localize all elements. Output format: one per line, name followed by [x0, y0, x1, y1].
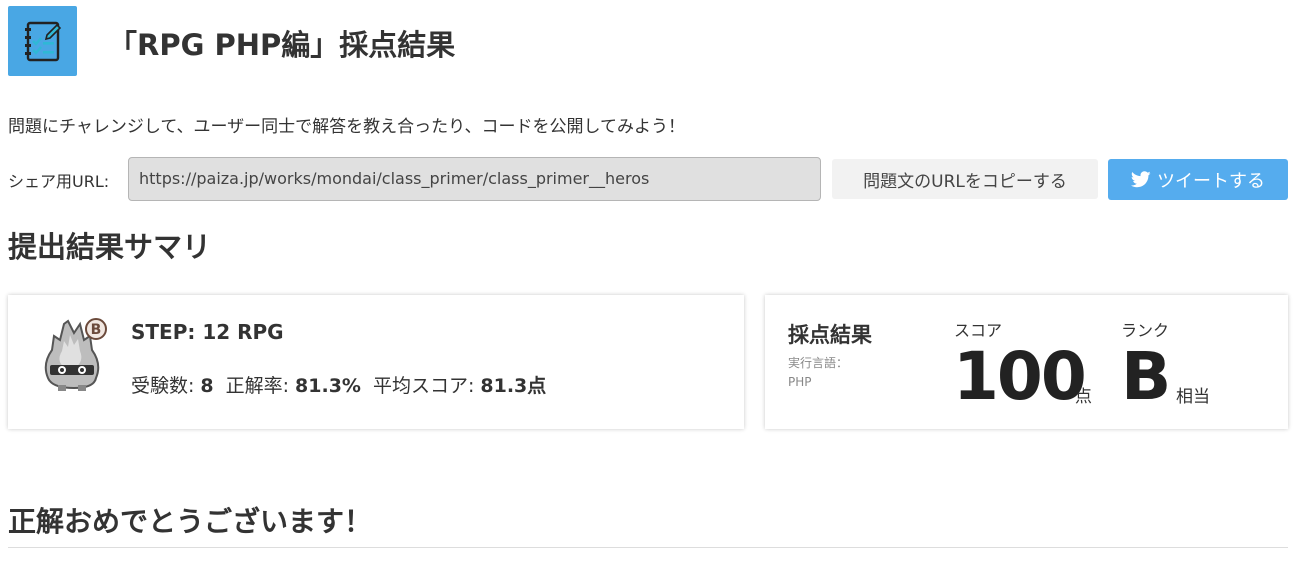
language-label: 実行言語： — [788, 356, 849, 370]
step-stats: 受験数: 8 正解率: 81.3% 平均スコア: 81.3点 — [131, 371, 546, 398]
share-url-field[interactable]: https://paiza.jp/works/mondai/class_prim… — [128, 157, 821, 201]
average-score-value: 81.3点 — [480, 375, 547, 397]
checklist-icon — [8, 6, 77, 76]
copy-url-button[interactable]: 問題文のURLをコピーする — [832, 159, 1098, 199]
step-title: STEP: 12 RPG — [131, 320, 284, 344]
examinees-value: 8 — [200, 375, 214, 397]
summary-title: 提出結果サマリ — [8, 230, 212, 264]
average-score-label: 平均スコア: — [372, 375, 475, 397]
score-result-card: 採点結果 実行言語： PHP スコア 100 点 ランク B 相当 — [765, 295, 1288, 429]
congrats-heading: 正解おめでとうございます！ — [8, 505, 373, 538]
language-value: PHP — [788, 375, 812, 389]
share-url-label: シェア用URL: — [8, 172, 110, 191]
score-value: 100 — [953, 338, 1087, 415]
share-row: シェア用URL: https://paiza.jp/works/mondai/c… — [8, 157, 1290, 201]
page-title: 「RPG PHP編」採点結果 — [108, 28, 456, 62]
flame-mascot-icon: B — [44, 318, 107, 391]
step-summary-card: B STEP: 12 RPG 受験数: 8 正解率: 81.3% 平均スコア: 81.3点 — [8, 295, 744, 429]
score-heading: 採点結果 — [788, 323, 872, 347]
divider — [8, 547, 1288, 548]
twitter-bird-icon — [1131, 171, 1151, 188]
tweet-button[interactable]: ツイートする — [1108, 159, 1288, 200]
rank-value: B — [1121, 338, 1172, 415]
lead-text: 問題にチャレンジして、ユーザー同士で解答を教え合ったり、コードを公開してみよう！ — [8, 117, 685, 137]
accuracy-value: 81.3% — [295, 375, 361, 397]
examinees-label: 受験数: — [131, 375, 195, 397]
accuracy-label: 正解率: — [225, 375, 290, 397]
header — [8, 6, 77, 76]
tweet-button-label: ツイートする — [1157, 170, 1265, 192]
rank-unit: 相当 — [1176, 387, 1210, 407]
score-unit: 点 — [1075, 387, 1092, 407]
rank-badge-letter: B — [91, 322, 102, 338]
